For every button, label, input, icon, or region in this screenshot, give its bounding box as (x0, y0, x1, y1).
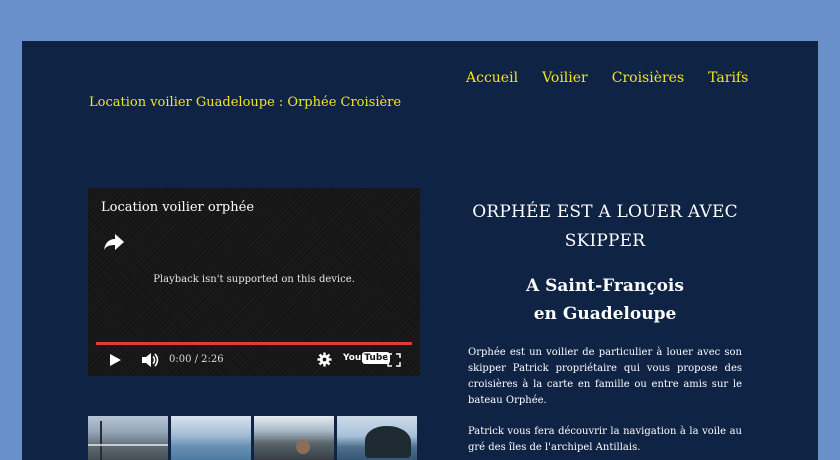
page-frame: Location voilier Guadeloupe : Orphée Cro… (22, 41, 818, 460)
play-icon[interactable] (108, 353, 122, 367)
main-nav: Accueil Voilier Croisières Tarifs (466, 70, 748, 86)
fullscreen-icon[interactable] (387, 353, 401, 367)
location-subheading: A Saint-François en Guadeloupe (468, 272, 742, 328)
gallery-photo[interactable] (88, 416, 168, 460)
nav-tarifs[interactable]: Tarifs (708, 70, 748, 86)
youtube-logo[interactable]: You Tube (343, 352, 391, 364)
photo-gallery (88, 416, 417, 460)
gallery-photo[interactable] (254, 416, 334, 460)
site-title[interactable]: Location voilier Guadeloupe : Orphée Cro… (89, 95, 401, 110)
share-icon[interactable] (103, 232, 125, 252)
navigation-paragraph: Patrick vous fera découvrir la navigatio… (468, 426, 742, 453)
playback-message: Playback isn't supported on this device. (153, 274, 355, 285)
time-display: 0:00 / 2:26 (169, 354, 224, 365)
subheading-line-2: en Guadeloupe (533, 304, 677, 324)
nav-croisieres[interactable]: Croisières (612, 70, 684, 86)
gallery-photo[interactable] (337, 416, 417, 460)
gear-icon[interactable] (317, 352, 332, 367)
youtube-logo-you: You (343, 353, 362, 363)
nav-voilier[interactable]: Voilier (542, 70, 588, 86)
progress-bar[interactable] (96, 342, 412, 345)
video-player[interactable]: Location voilier orphée Playback isn't s… (88, 188, 420, 376)
intro-paragraph: Orphée est un voilier de particulier à l… (468, 347, 742, 406)
volume-icon[interactable] (141, 352, 159, 368)
nav-accueil[interactable]: Accueil (466, 70, 518, 86)
intro-section: ORPHÉE EST A LOUER AVEC SKIPPER A Saint-… (468, 198, 742, 456)
gallery-photo[interactable] (171, 416, 251, 460)
page-headline: ORPHÉE EST A LOUER AVEC SKIPPER (472, 202, 738, 251)
subheading-line-1: A Saint-François (526, 276, 684, 296)
video-title[interactable]: Location voilier orphée (101, 200, 254, 215)
